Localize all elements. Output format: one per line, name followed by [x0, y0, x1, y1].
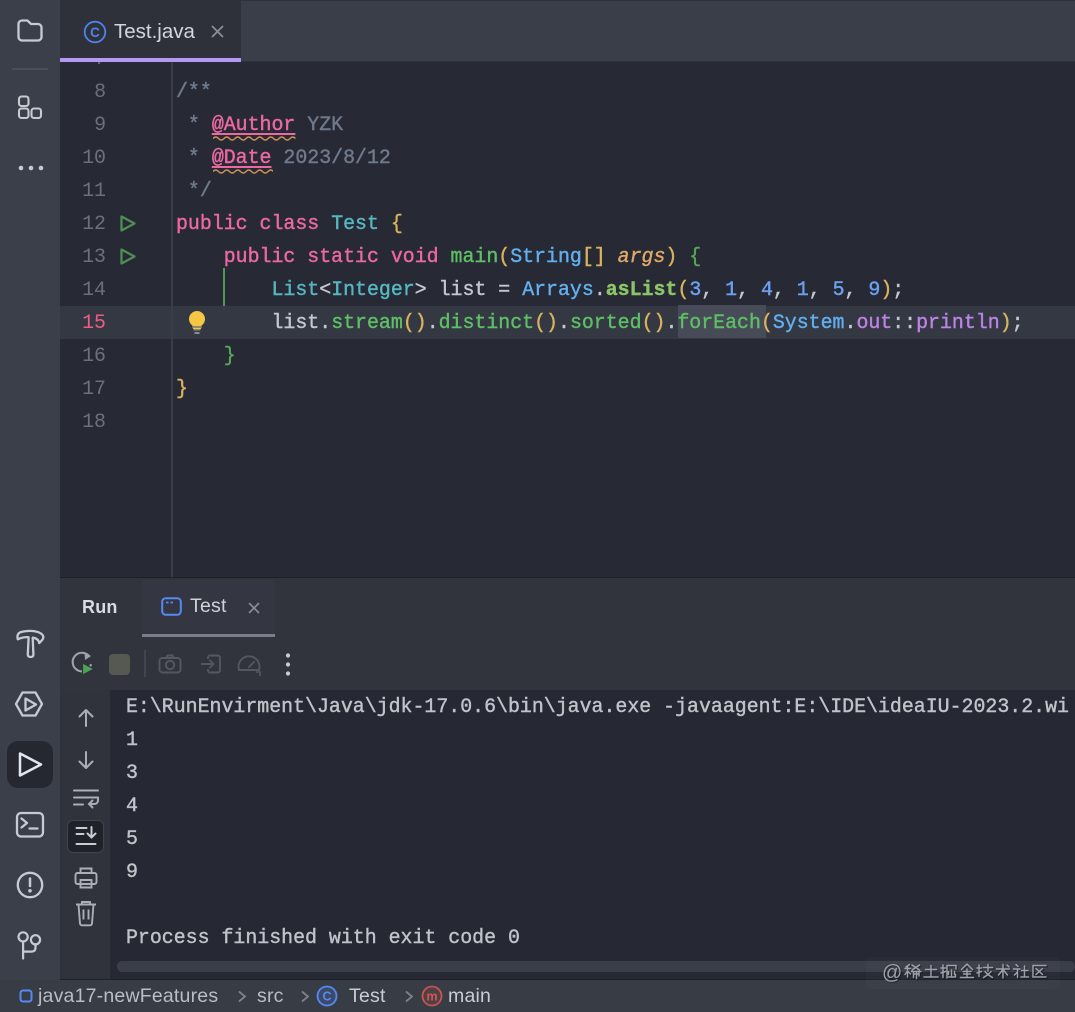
svg-text:@: @ — [882, 962, 902, 984]
svg-text:m: m — [426, 990, 437, 1004]
svg-text:C: C — [90, 25, 100, 40]
svg-text:C: C — [322, 990, 331, 1004]
